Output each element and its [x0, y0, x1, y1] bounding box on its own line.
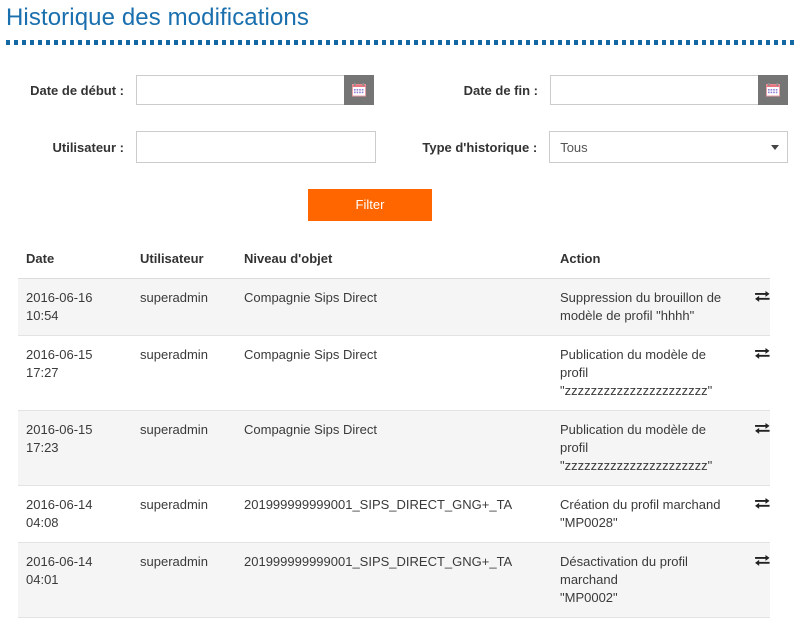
user-input[interactable] [136, 131, 376, 163]
field-date-end: Date de fin : [388, 75, 788, 105]
date-day: 2016-06-16 [26, 290, 93, 305]
date-day: 2016-06-15 [26, 422, 93, 437]
cell-row-action[interactable] [736, 410, 770, 486]
chevron-down-icon [771, 144, 779, 150]
date-end-input-wrap [550, 75, 788, 105]
action-line-1: Publication du modèle de profil [560, 347, 706, 380]
action-line-1: Création du profil marchand [560, 497, 721, 512]
cell-row-action[interactable] [736, 278, 770, 336]
table-row[interactable]: 2016-06-14 04:08 superadmin 201999999999001… [18, 485, 770, 543]
date-start-input[interactable] [136, 75, 344, 105]
history-type-label: Type d'historique : [422, 139, 538, 155]
page-title: Historique des modifications [6, 4, 309, 31]
cell-utilisateur: superadmin [132, 485, 236, 543]
date-start-label: Date de début : [30, 82, 124, 98]
table-row[interactable]: 2016-06-15 17:27 superadmin Compagnie Sips … [18, 335, 770, 411]
history-table-wrap: Date Utilisateur Niveau d'objet Action 2… [18, 251, 770, 618]
cell-action: Création du profil marchand "MP0028" [552, 485, 736, 543]
column-header-date: Date [18, 251, 132, 279]
field-history-type: Type d'historique : Tous [388, 131, 788, 163]
table-header-row: Date Utilisateur Niveau d'objet Action [18, 251, 770, 279]
action-line-1: Publication du modèle de profil [560, 422, 706, 455]
history-type-select[interactable]: Tous [549, 131, 788, 163]
date-end-input[interactable] [550, 75, 758, 105]
cell-niveau-objet: Compagnie Sips Direct [236, 335, 552, 411]
filter-row-user-type: Utilisateur : Type d'historique : Tous [0, 131, 788, 163]
action-line-2: "MP0002" [560, 590, 618, 605]
action-line-2: modèle de profil "hhhh" [560, 308, 695, 323]
column-header-utilisateur: Utilisateur [132, 251, 236, 279]
exchange-icon [755, 422, 770, 434]
date-time: 17:23 [26, 440, 59, 455]
exchange-icon-button[interactable] [755, 553, 770, 571]
cell-utilisateur: superadmin [132, 410, 236, 486]
user-label: Utilisateur : [52, 139, 124, 155]
date-time: 04:08 [26, 515, 59, 530]
cell-date: 2016-06-15 17:27 [18, 335, 132, 411]
date-start-calendar-button[interactable] [344, 75, 374, 105]
exchange-icon-button[interactable] [755, 289, 770, 307]
column-header-actions-icon [736, 251, 770, 279]
date-time: 10:54 [26, 308, 59, 323]
date-end-calendar-button[interactable] [758, 75, 788, 105]
exchange-icon [755, 497, 770, 509]
filter-row-dates: Date de début : Date de fin: [0, 75, 788, 105]
filter-submit-button[interactable]: Filter [308, 189, 432, 221]
table-row[interactable]: 2016-06-15 17:23 superadmin Compagnie Sips … [18, 410, 770, 486]
filter-form: Date de début : Date de fin: Utilisateu… [0, 75, 800, 221]
cell-row-action[interactable] [736, 542, 770, 618]
action-line-2: "MP0028" [560, 515, 618, 530]
calendar-icon [352, 83, 366, 97]
date-day: 2016-06-15 [26, 347, 93, 362]
field-user: Utilisateur : [0, 131, 388, 163]
history-type-selected-value: Tous [560, 139, 588, 155]
exchange-icon [755, 554, 770, 566]
cell-niveau-objet: 201999999999001_SIPS_DIRECT_GNG+_TA [236, 485, 552, 543]
column-header-action: Action [552, 251, 736, 279]
cell-utilisateur: superadmin [132, 542, 236, 618]
history-table-body: 2016-06-16 10:54 superadmin Compagnie Sips … [18, 278, 770, 618]
field-date-start: Date de début : [0, 75, 388, 105]
date-end-label: Date de fin : [463, 82, 538, 98]
date-day: 2016-06-14 [26, 554, 93, 569]
date-time: 04:01 [26, 572, 59, 587]
cell-date: 2016-06-15 17:23 [18, 410, 132, 486]
date-day: 2016-06-14 [26, 497, 93, 512]
cell-action: Publication du modèle de profil "zzzzzzzz… [552, 335, 736, 411]
action-line-1: Désactivation du profil marchand [560, 554, 688, 587]
cell-niveau-objet: 201999999999001_SIPS_DIRECT_GNG+_TA [236, 542, 552, 618]
cell-niveau-objet: Compagnie Sips Direct [236, 278, 552, 336]
cell-niveau-objet: Compagnie Sips Direct [236, 410, 552, 486]
action-line-1: Suppression du brouillon de [560, 290, 722, 305]
cell-row-action[interactable] [736, 485, 770, 543]
table-row[interactable]: 2016-06-14 04:01 superadmin 201999999999001… [18, 542, 770, 618]
cell-action: Désactivation du profil marchand "MP0002" [552, 542, 736, 618]
exchange-icon [755, 347, 770, 359]
dotted-divider [6, 40, 794, 45]
table-row[interactable]: 2016-06-16 10:54 superadmin Compagnie Sips … [18, 278, 770, 336]
action-line-2: "zzzzzzzzzzzzzzzzzzzzzz" [560, 458, 713, 473]
exchange-icon-button[interactable] [755, 421, 770, 439]
date-start-input-wrap [136, 75, 374, 105]
history-table-head: Date Utilisateur Niveau d'objet Action [18, 251, 770, 279]
cell-row-action[interactable] [736, 335, 770, 411]
cell-action: Suppression du brouillon de modèle de pro… [552, 278, 736, 336]
cell-utilisateur: superadmin [132, 278, 236, 336]
filter-button-row: Filter [0, 189, 788, 221]
calendar-icon [766, 83, 780, 97]
cell-utilisateur: superadmin [132, 335, 236, 411]
cell-date: 2016-06-16 10:54 [18, 278, 132, 336]
cell-action: Publication du modèle de profil "zzzzzzzz… [552, 410, 736, 486]
exchange-icon-button[interactable] [755, 496, 770, 514]
cell-date: 2016-06-14 04:08 [18, 485, 132, 543]
date-time: 17:27 [26, 365, 59, 380]
column-header-niveau-objet: Niveau d'objet [236, 251, 552, 279]
action-line-2: "zzzzzzzzzzzzzzzzzzzzzz" [560, 383, 713, 398]
cell-date: 2016-06-14 04:01 [18, 542, 132, 618]
exchange-icon-button[interactable] [755, 346, 770, 364]
exchange-icon [755, 290, 770, 302]
page-header: Historique des modifications [0, 0, 800, 45]
user-input-wrap [136, 131, 376, 163]
history-table: Date Utilisateur Niveau d'objet Action 2… [18, 251, 770, 618]
